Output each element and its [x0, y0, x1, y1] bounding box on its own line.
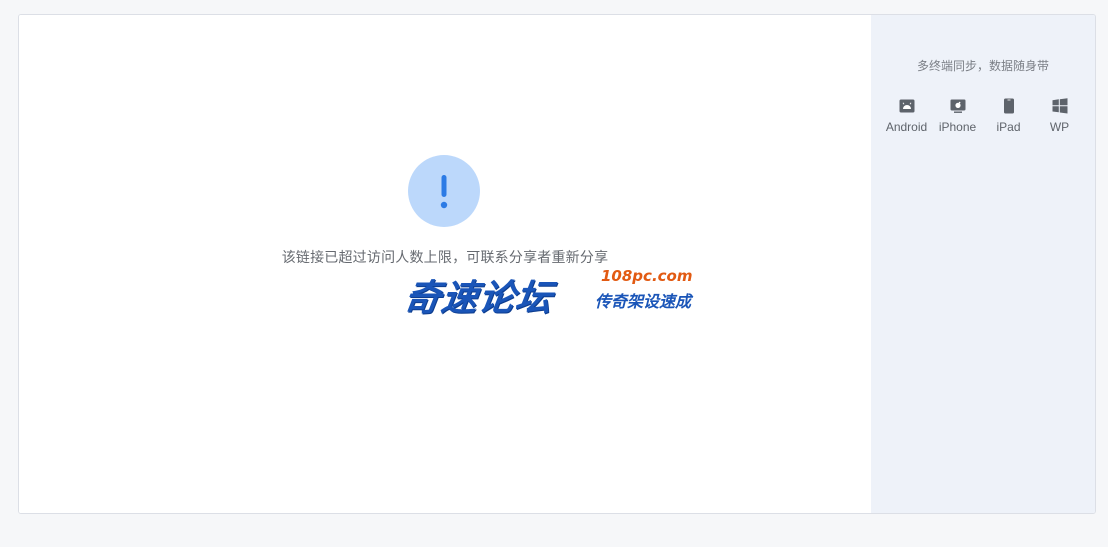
platform-iphone[interactable]: iPhone	[932, 97, 983, 134]
tablet-icon	[1003, 98, 1014, 114]
platform-list: Android iPhone iPad WP	[881, 97, 1085, 134]
main-panel: 该链接已超过访问人数上限，可联系分享者重新分享 奇速论坛 108pc.com 传…	[19, 15, 871, 513]
apple-icon	[950, 99, 965, 113]
error-message: 该链接已超过访问人数上限，可联系分享者重新分享	[281, 250, 609, 266]
download-sidebar: 多终端同步，数据随身带 Android iPhone iPad WP	[871, 15, 1095, 513]
platform-ipad[interactable]: iPad	[983, 97, 1034, 134]
android-icon	[899, 99, 914, 113]
platform-label: WP	[1049, 120, 1070, 134]
page-card: 该链接已超过访问人数上限，可联系分享者重新分享 奇速论坛 108pc.com 传…	[18, 14, 1096, 514]
platform-label: iPad	[996, 120, 1021, 134]
watermark-domain: 108pc.com	[601, 267, 693, 285]
sidebar-title: 多终端同步，数据随身带	[916, 59, 1049, 73]
platform-android[interactable]: Android	[881, 97, 932, 134]
watermark-tagline: 传奇架设速成	[595, 292, 692, 311]
platform-label: iPhone	[938, 120, 977, 134]
platform-label: Android	[885, 120, 928, 134]
watermark-name: 奇速论坛	[401, 278, 556, 319]
alert-icon	[408, 155, 480, 227]
watermark-logo: 奇速论坛 108pc.com 传奇架设速成	[402, 267, 705, 319]
windows-icon	[1052, 98, 1067, 114]
platform-wp[interactable]: WP	[1034, 97, 1085, 134]
